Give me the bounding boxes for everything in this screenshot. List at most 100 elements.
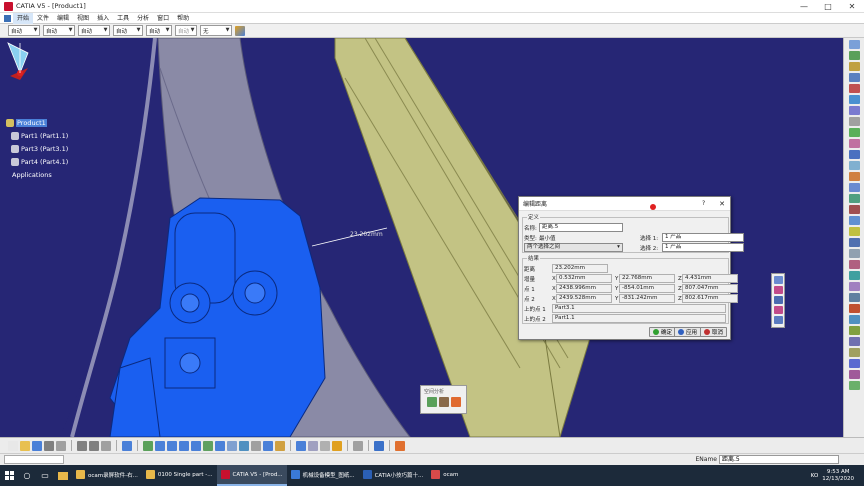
line-type-combo[interactable]: 自动 ▼	[113, 25, 143, 36]
menu-view[interactable]: 视图	[73, 13, 93, 24]
taskbar-app[interactable]: 机械设备模型_图纸...	[287, 465, 359, 486]
tool-icon[interactable]	[20, 440, 30, 451]
tool-icon[interactable]	[848, 40, 860, 49]
windows-start-button[interactable]	[0, 465, 18, 486]
clash-icon[interactable]	[427, 397, 437, 407]
selection1-field[interactable]: 1 产品	[662, 233, 744, 242]
tree-node-part4[interactable]: Part4 (Part4.1)	[6, 155, 68, 168]
tool-icon[interactable]	[215, 440, 225, 451]
mode-select[interactable]: 两个选择之间 ▾	[524, 243, 623, 252]
tool-icon[interactable]	[56, 440, 66, 451]
taskbar-app[interactable]: ocam	[427, 465, 462, 486]
tool-icon[interactable]	[353, 440, 363, 451]
tray-input-indicator[interactable]: KO	[811, 473, 819, 479]
taskbar-app[interactable]: 0100 Single part -...	[142, 465, 217, 486]
tool-icon[interactable]	[848, 84, 860, 93]
taskbar-app[interactable]: ocam录屏软件-右...	[72, 465, 142, 486]
tool-icon[interactable]	[848, 172, 860, 181]
tool-icon[interactable]	[848, 161, 860, 170]
tool-icon[interactable]	[773, 316, 783, 324]
menu-help[interactable]: 帮助	[173, 13, 193, 24]
tool-icon[interactable]	[848, 304, 860, 313]
tool-icon[interactable]	[848, 337, 860, 346]
tool-icon[interactable]	[848, 106, 860, 115]
clock[interactable]: 9:53 AM 12/13/2020	[822, 469, 854, 483]
cancel-button[interactable]: 取消	[700, 327, 728, 337]
layer-combo[interactable]: 无 ▼	[200, 25, 232, 36]
menu-analyze[interactable]: 分析	[133, 13, 153, 24]
task-view-icon[interactable]: ▭	[36, 465, 54, 486]
tool-icon[interactable]	[308, 440, 318, 451]
tool-icon[interactable]	[275, 440, 285, 451]
tool-icon[interactable]	[848, 73, 860, 82]
tool-icon[interactable]	[848, 326, 860, 335]
tool-icon[interactable]	[179, 440, 189, 451]
close-button[interactable]: ✕	[840, 0, 864, 13]
tool-icon[interactable]	[848, 359, 860, 368]
tool-icon[interactable]	[122, 440, 132, 451]
menu-window[interactable]: 窗口	[153, 13, 173, 24]
tool-icon[interactable]	[296, 440, 306, 451]
distance-icon[interactable]	[451, 397, 461, 407]
taskbar-app[interactable]: CATIA小技巧篇十...	[359, 465, 428, 486]
tool-icon[interactable]	[89, 440, 99, 451]
tool-icon[interactable]	[320, 440, 330, 451]
menu-edit[interactable]: 编辑	[53, 13, 73, 24]
ename-input[interactable]: 距离.5	[719, 455, 839, 464]
tool-icon[interactable]	[848, 227, 860, 236]
tool-icon[interactable]	[848, 348, 860, 357]
tree-node-part3[interactable]: Part3 (Part3.1)	[6, 142, 68, 155]
tool-icon[interactable]	[848, 370, 860, 379]
tool-icon[interactable]	[848, 194, 860, 203]
tool-icon[interactable]	[77, 440, 87, 451]
tool-icon[interactable]	[773, 276, 783, 284]
tool-icon[interactable]	[848, 216, 860, 225]
tree-node-part1[interactable]: Part1 (Part1.1)	[6, 129, 68, 142]
help-button[interactable]: ?	[702, 200, 705, 207]
tree-node-applications[interactable]: Applications	[6, 168, 68, 181]
tool-icon[interactable]	[848, 260, 860, 269]
tool-icon[interactable]	[848, 293, 860, 302]
tree-node-product1[interactable]: Product1	[6, 116, 68, 129]
tool-icon[interactable]	[848, 381, 860, 390]
dialog-close-button[interactable]: ✕	[719, 200, 725, 208]
tool-icon[interactable]	[848, 150, 860, 159]
line-thickness-combo[interactable]: 自动 ▼	[78, 25, 110, 36]
tool-icon[interactable]	[773, 306, 783, 314]
tool-icon[interactable]	[848, 271, 860, 280]
selection2-field[interactable]: 1 产品	[662, 243, 744, 252]
compass-icon[interactable]	[0, 38, 40, 88]
format-painter-icon[interactable]	[235, 25, 245, 36]
tool-icon[interactable]	[251, 440, 261, 451]
tool-icon[interactable]	[101, 440, 111, 451]
tool-icon[interactable]	[848, 282, 860, 291]
tool-icon[interactable]	[848, 238, 860, 247]
ok-button[interactable]: 确定	[649, 327, 677, 337]
tool-icon[interactable]	[203, 440, 213, 451]
tool-icon[interactable]	[374, 440, 384, 451]
tool-icon[interactable]	[773, 286, 783, 294]
taskbar-app[interactable]: CATIA V5 - [Prod...	[216, 465, 287, 486]
tool-icon[interactable]	[155, 440, 165, 451]
tool-icon[interactable]	[848, 128, 860, 137]
menu-start[interactable]: 开始	[13, 12, 34, 24]
menu-file[interactable]: 文件	[33, 13, 53, 24]
transparency-combo[interactable]: 自动 ▼	[43, 25, 75, 36]
file-explorer-icon[interactable]	[54, 465, 72, 486]
tool-icon[interactable]	[848, 62, 860, 71]
tool-icon[interactable]	[848, 51, 860, 60]
point-symbol-combo[interactable]: 自动 ▼	[146, 25, 172, 36]
tool-icon[interactable]	[848, 139, 860, 148]
search-icon[interactable]: ○	[18, 465, 36, 486]
maximize-button[interactable]: □	[816, 0, 840, 13]
minimize-button[interactable]: —	[792, 0, 816, 13]
tool-icon[interactable]	[848, 95, 860, 104]
tool-icon[interactable]	[773, 296, 783, 304]
tool-icon[interactable]	[332, 440, 342, 451]
start-menu-icon[interactable]	[4, 14, 11, 22]
tool-icon[interactable]	[8, 440, 18, 451]
tool-icon[interactable]	[848, 249, 860, 258]
tool-icon[interactable]	[167, 440, 177, 451]
tool-icon[interactable]	[227, 440, 237, 451]
apply-button[interactable]: 应用	[674, 327, 702, 337]
